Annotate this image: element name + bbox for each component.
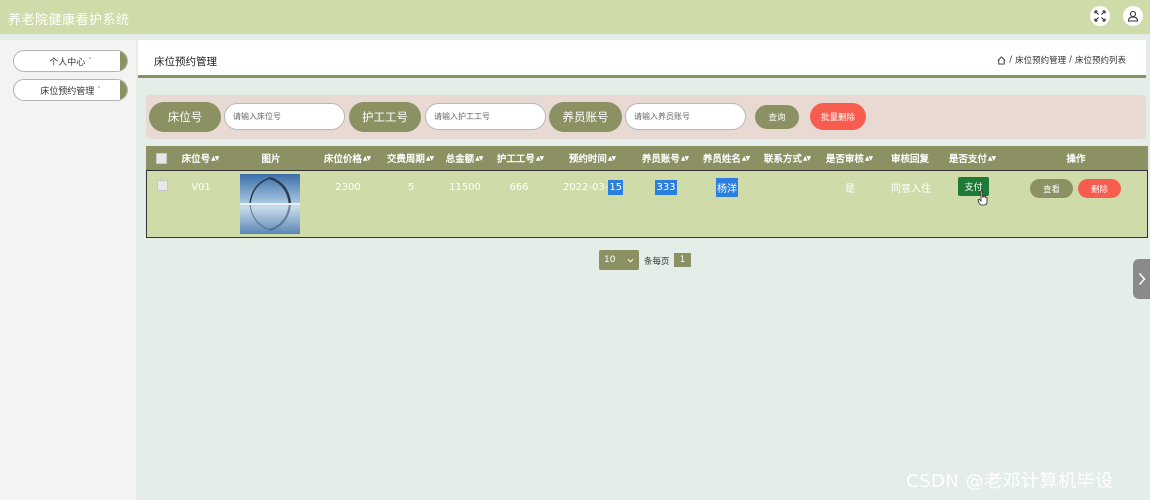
sort-icon: ▲▼ — [425, 154, 434, 162]
sort-icon: ▲▼ — [607, 154, 616, 162]
bed-no-input[interactable] — [224, 103, 345, 130]
fullscreen-icon[interactable] — [1090, 6, 1110, 26]
col-bed-no[interactable]: 床位号 ▲▼ — [179, 146, 221, 170]
row-checkbox[interactable] — [157, 180, 168, 191]
breadcrumb-separator: / — [1009, 55, 1013, 65]
col-reserve-time[interactable]: 预约时间 ▲▼ — [566, 146, 618, 170]
sidebar-item-label: 个人中心 — [49, 57, 86, 68]
col-member-account[interactable]: 养员账号 ▲▼ — [639, 146, 691, 170]
col-member-name[interactable]: 养员姓名 ▲▼ — [700, 146, 752, 170]
app-title: 养老院健康看护系统 — [8, 13, 130, 28]
sort-icon: ▲▼ — [535, 154, 544, 162]
sidebar-item-accent-bar — [120, 80, 127, 100]
cell-bed-price: 2300 — [335, 181, 361, 193]
sort-icon: ▲▼ — [741, 154, 750, 162]
sidebar-item-label: 床位预约管理 — [40, 86, 95, 97]
chevron-right-icon — [1138, 272, 1146, 286]
cell-contact — [762, 179, 814, 195]
view-button[interactable]: 查看 — [1030, 179, 1073, 198]
query-button[interactable]: 查询 — [755, 105, 799, 129]
cell-member-name: 杨洋 — [701, 177, 753, 197]
col-image: 图片 — [261, 154, 281, 165]
sort-icon: ▲▼ — [362, 154, 371, 162]
breadcrumb: / 床位预约管理 / 床位预约列表 — [997, 54, 1126, 66]
sidebar-item-accent-bar — [120, 51, 127, 71]
sidebar-item-personal-center[interactable]: 个人中心 ˅ — [13, 50, 128, 72]
table-row: V01 2300 5 11500 666 2022-03- 15 333 杨洋 … — [146, 170, 1148, 238]
per-page-text: 条每页 — [644, 257, 670, 267]
col-contact[interactable]: 联系方式 ▲▼ — [761, 146, 813, 170]
sort-icon: ▲▼ — [864, 154, 873, 162]
col-nurse-no[interactable]: 护工工号 ▲▼ — [494, 146, 546, 170]
home-icon[interactable] — [997, 55, 1006, 65]
chevron-down-icon: ˅ — [97, 86, 101, 94]
col-period[interactable]: 交费周期 ▲▼ — [384, 146, 436, 170]
main-panel: 床位预约管理 / 床位预约管理 / 床位预约列表 床位号 护工工号 养员账号 查… — [138, 40, 1150, 500]
chevron-down-icon — [627, 258, 634, 263]
breadcrumb-separator: / — [1069, 55, 1072, 65]
breadcrumb-level1[interactable]: 床位预约管理 — [1015, 54, 1066, 66]
top-header: 养老院健康看护系统 — [0, 0, 1150, 34]
cell-audit-reply: 同意入住 — [891, 183, 931, 195]
cell-period: 5 — [407, 181, 415, 193]
table-header: 床位号 ▲▼ 图片 床位价格 ▲▼ 交费周期 ▲▼ 总金额 ▲▼ 护工工号 ▲▼ 预约时间… — [146, 146, 1148, 170]
cell-audited: 是 — [845, 183, 855, 195]
selected-text-highlight: 杨洋 — [716, 177, 738, 197]
user-icon[interactable] — [1123, 6, 1143, 26]
nurse-no-input[interactable] — [425, 103, 546, 130]
cell-member-account: 333 — [640, 179, 692, 195]
expand-panel-button[interactable] — [1133, 259, 1150, 299]
member-account-input[interactable] — [625, 103, 746, 130]
breadcrumb-level2: 床位预约列表 — [1074, 56, 1126, 66]
selected-text-highlight: 333 — [655, 179, 677, 195]
sort-icon: ▲▼ — [802, 154, 811, 162]
col-bed-price[interactable]: 床位价格 ▲▼ — [321, 146, 373, 170]
col-audit-reply: 审核回复 — [890, 154, 929, 165]
sort-icon: ▲▼ — [475, 154, 483, 162]
sort-icon: ▲▼ — [987, 154, 996, 162]
cell-bed-no: V01 — [191, 181, 211, 193]
chevron-down-icon: ˅ — [88, 57, 92, 65]
cell-reserve-time: 2022-03- 15 — [562, 179, 624, 195]
page-number-button[interactable]: 1 — [674, 253, 691, 267]
cell-total: 11500 — [449, 181, 481, 193]
batch-delete-button[interactable]: 批量删除 — [810, 103, 866, 130]
hand-cursor-icon — [977, 190, 988, 206]
col-audited[interactable]: 是否审核 ▲▼ — [823, 146, 875, 170]
bed-image — [240, 174, 300, 234]
page-header: 床位预约管理 / 床位预约管理 / 床位预约列表 — [138, 40, 1146, 78]
page-size-select[interactable]: 10 — [599, 250, 639, 270]
delete-button[interactable]: 删除 — [1078, 179, 1121, 198]
select-all-checkbox[interactable] — [156, 153, 167, 164]
page-title: 床位预约管理 — [154, 56, 217, 68]
sidebar-item-bed-reservation[interactable]: 床位预约管理 ˅ — [13, 79, 128, 101]
nurse-no-label: 护工工号 — [349, 102, 421, 132]
bed-no-label: 床位号 — [149, 102, 221, 132]
col-actions: 操作 — [1066, 154, 1086, 165]
col-paid[interactable]: 是否支付 ▲▼ — [946, 146, 998, 170]
search-bar: 床位号 护工工号 养员账号 查询 批量删除 — [146, 95, 1146, 139]
sort-icon: ▲▼ — [680, 154, 689, 162]
watermark: CSDN @老邓计算机毕设 — [906, 471, 1114, 492]
cell-nurse-no: 666 — [509, 181, 529, 193]
sort-icon: ▲▼ — [211, 154, 219, 162]
member-account-label: 养员账号 — [549, 102, 622, 132]
selected-text-highlight: 15 — [608, 179, 624, 195]
sidebar: 个人中心 ˅ 床位预约管理 ˅ — [0, 40, 136, 500]
col-total[interactable]: 总金额 ▲▼ — [442, 146, 486, 170]
